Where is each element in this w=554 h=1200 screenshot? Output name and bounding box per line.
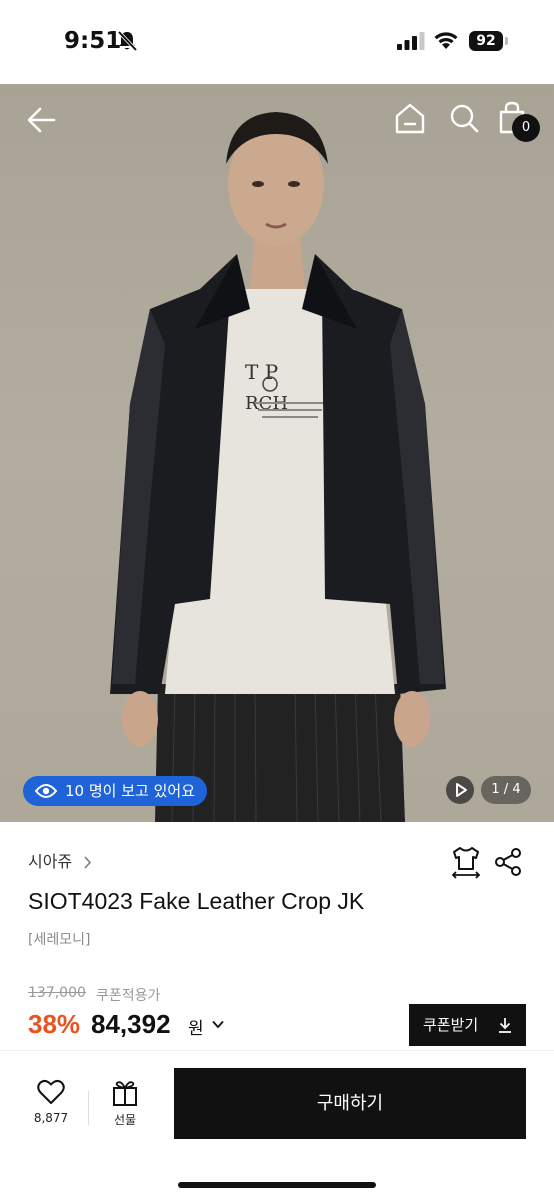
product-photo: T P RCH [110,112,446,822]
home-indicator [178,1182,376,1188]
cart-count-badge: 0 [512,114,540,142]
download-icon [499,1018,511,1033]
gift-button[interactable]: 선물 [102,1079,148,1128]
size-fit-icon[interactable] [450,845,482,879]
product-title: SIOT4023 Fake Leather Crop JK [28,888,365,914]
status-bar: 9:51 92 [0,0,554,84]
play-icon [456,783,467,797]
original-price: 137,000 [28,985,86,1001]
brand-link[interactable]: 시아쥬 [28,848,92,871]
battery-cap [505,37,508,45]
viewers-badge: 10 명이 보고 있어요 [23,776,207,806]
like-button[interactable]: 8,877 [20,1079,82,1125]
image-page-indicator: 1 / 4 [481,776,531,804]
status-time: 9:51 [64,28,122,54]
gift-icon [113,1081,137,1106]
product-tag: [세레모니] [28,932,91,948]
bottom-action-bar: 8,877 선물 구매하기 [0,1050,554,1200]
battery-icon: 92 [469,31,503,51]
product-image-carousel[interactable]: T P RCH 0 10 명이 보고 있어요 1 / 4 [0,84,554,822]
bell-off-icon [117,30,137,52]
final-price: 84,392 [91,1009,171,1039]
chevron-down-icon[interactable] [212,1020,224,1029]
coupon-price-note: 쿠폰적용가 [96,988,161,1004]
svg-text:T P: T P [245,360,278,384]
chevron-right-icon [84,856,92,869]
back-arrow-icon[interactable] [24,102,60,138]
signal-icon [397,32,425,50]
brand-name: 시아쥬 [28,852,73,871]
viewers-text: 10 명이 보고 있어요 [65,782,195,800]
eye-icon [35,784,57,798]
like-count: 8,877 [33,1111,69,1125]
play-button[interactable] [446,776,474,804]
buy-button[interactable]: 구매하기 [174,1068,526,1139]
coupon-button-label: 쿠폰받기 [423,1016,479,1034]
home-icon[interactable] [393,102,427,136]
search-icon[interactable] [448,102,480,134]
discount-rate: 38% [28,1009,81,1039]
share-icon[interactable] [494,847,522,877]
gift-label: 선물 [113,1113,137,1127]
divider [88,1091,89,1125]
coupon-download-button[interactable]: 쿠폰받기 [409,1004,526,1046]
price-currency[interactable]: 원 [188,1014,204,1039]
wifi-icon [434,32,458,49]
heart-icon [37,1079,65,1104]
